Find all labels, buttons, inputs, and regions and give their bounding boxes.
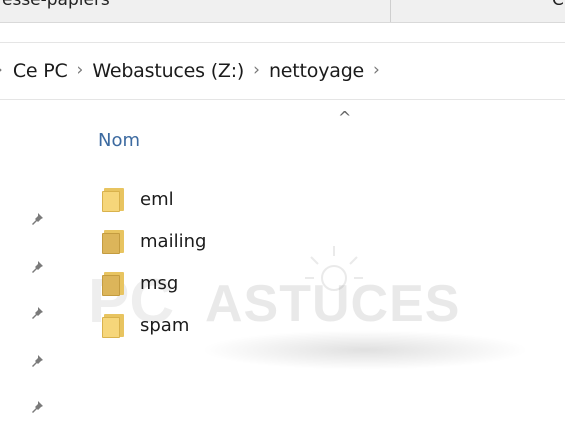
watermark-shadow: [200, 330, 530, 370]
breadcrumb-chevron-icon[interactable]: ›: [373, 60, 380, 80]
folder-icon: [102, 186, 128, 212]
folder-icon: [102, 270, 128, 296]
breadcrumb-nettoyage[interactable]: nettoyage: [269, 60, 364, 82]
folder-name: mailing: [140, 230, 207, 252]
list-item[interactable]: eml: [102, 184, 174, 214]
list-item[interactable]: mailing: [102, 226, 206, 256]
folder-name: eml: [140, 188, 174, 210]
pin-icon[interactable]: [30, 306, 44, 320]
breadcrumb-chevron-icon[interactable]: ›: [253, 60, 260, 80]
folder-name: spam: [140, 314, 190, 336]
tab-strip: esse-papiers C: [0, 0, 565, 23]
folder-icon: [102, 228, 128, 254]
list-item[interactable]: spam: [102, 310, 189, 340]
pin-icon[interactable]: [30, 354, 44, 368]
pin-icon[interactable]: [30, 212, 44, 226]
pin-icon[interactable]: [30, 260, 44, 274]
breadcrumb-ce-pc[interactable]: Ce PC: [13, 60, 68, 82]
address-bar[interactable]: › Ce PC › Webastuces (Z:) › nettoyage ›: [0, 42, 565, 100]
sun-icon: [305, 246, 363, 291]
breadcrumb-chevron-icon[interactable]: ›: [0, 60, 3, 80]
breadcrumb-chevron-icon[interactable]: ›: [77, 60, 84, 80]
explorer-window: esse-papiers C › Ce PC › Webastuces (Z:)…: [0, 0, 565, 435]
tab-label-right[interactable]: C: [552, 0, 564, 10]
watermark-astuces: ASTUCES: [205, 275, 461, 333]
folder-name: msg: [140, 272, 179, 294]
breadcrumb-webastuces[interactable]: Webastuces (Z:): [92, 60, 244, 82]
folder-icon: [102, 312, 128, 338]
sort-ascending-icon[interactable]: ^: [338, 108, 351, 127]
file-list-pane: PC ASTUCES ^ Nom eml mailing msg spam: [0, 100, 565, 435]
tab-separator: [390, 0, 391, 22]
tab-label[interactable]: esse-papiers: [2, 0, 110, 10]
pin-icon[interactable]: [30, 400, 44, 414]
list-item[interactable]: msg: [102, 268, 178, 298]
column-header-name[interactable]: Nom: [98, 130, 140, 151]
